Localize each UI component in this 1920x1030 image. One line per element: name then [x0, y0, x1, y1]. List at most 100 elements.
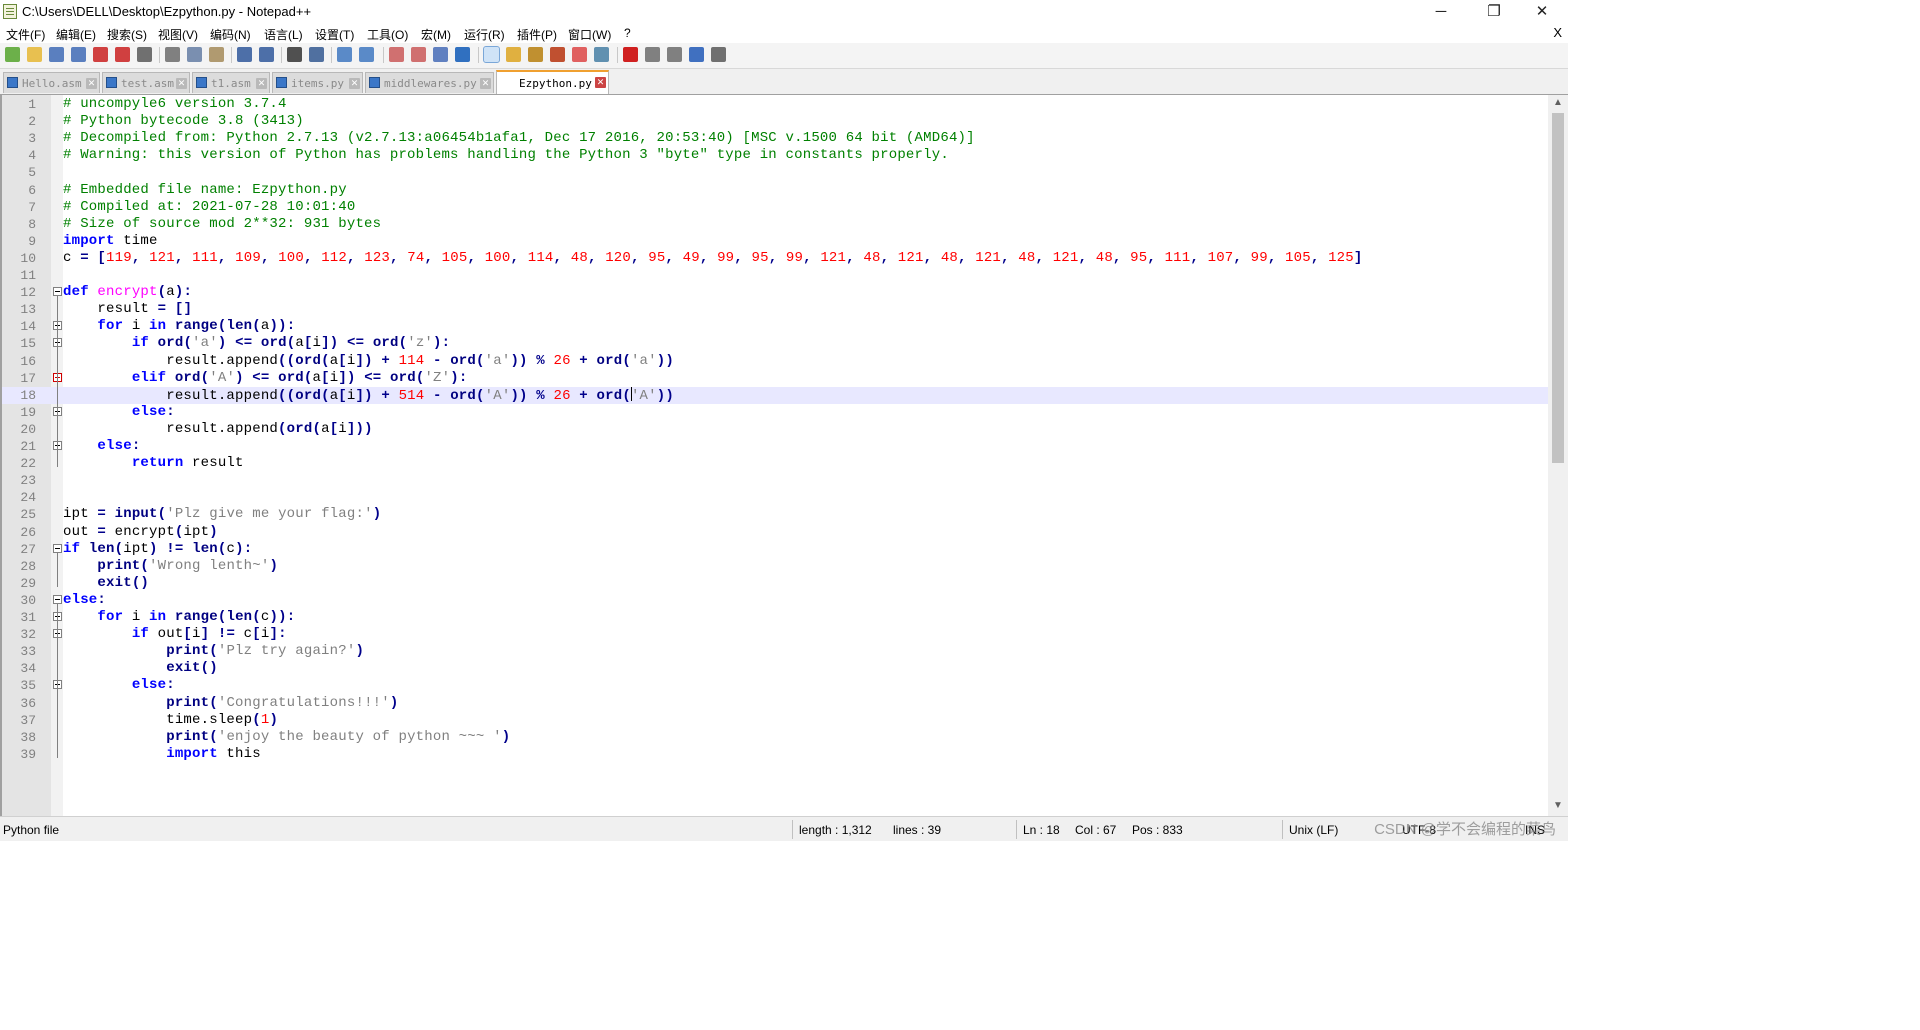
code-line[interactable]: 28 print('Wrong lenth~') — [2, 558, 1548, 575]
tab-middlewares-py[interactable]: middlewares.py ✕ — [365, 72, 494, 93]
open-file-icon[interactable] — [27, 47, 42, 62]
save-icon[interactable] — [49, 47, 64, 62]
code-line[interactable]: 29 exit() — [2, 575, 1548, 592]
tab-hello-asm[interactable]: Hello.asm ✕ — [3, 72, 100, 93]
code-line[interactable]: 16 result.append((ord(a[i]) + 114 - ord(… — [2, 353, 1548, 370]
function-list-icon[interactable] — [550, 47, 565, 62]
line-code[interactable]: exit() — [63, 575, 149, 592]
line-code[interactable]: result.append(ord(a[i])) — [63, 421, 373, 438]
line-code[interactable]: if out[i] != c[i]: — [63, 626, 287, 643]
line-code[interactable]: # Decompiled from: Python 2.7.13 (v2.7.1… — [63, 130, 975, 147]
code-line[interactable]: 34 exit() — [2, 660, 1548, 677]
code-line[interactable]: 13 result = [] — [2, 301, 1548, 318]
line-code[interactable]: print('enjoy the beauty of python ~~~ ') — [63, 729, 510, 746]
tab-ezpython-py[interactable]: Ezpython.py ✕ — [496, 70, 609, 94]
code-line[interactable]: 27 if len(ipt) != len(c): — [2, 541, 1548, 558]
line-code[interactable]: import this — [63, 746, 261, 763]
line-code[interactable]: for i in range(len(c)): — [63, 609, 295, 626]
code-line[interactable]: 11 — [2, 267, 1548, 284]
line-code[interactable]: # Size of source mod 2**32: 931 bytes — [63, 216, 381, 233]
code-line[interactable]: 19 else: — [2, 404, 1548, 421]
menu-run[interactable]: 运行(R) — [464, 26, 505, 43]
line-code[interactable]: # Python bytecode 3.8 (3413) — [63, 113, 304, 130]
tab-test-asm[interactable]: test.asm ✕ — [102, 72, 190, 93]
zoom-out-icon[interactable] — [359, 47, 374, 62]
code-line[interactable]: 8 # Size of source mod 2**32: 931 bytes — [2, 216, 1548, 233]
line-code[interactable]: import time — [63, 233, 158, 250]
scroll-up-icon[interactable]: ▲ — [1548, 95, 1568, 111]
line-code[interactable]: c = [119, 121, 111, 109, 100, 112, 123, … — [63, 250, 1363, 267]
paste-icon[interactable] — [209, 47, 224, 62]
redo-icon[interactable] — [259, 47, 274, 62]
find-icon[interactable] — [287, 47, 302, 62]
line-code[interactable]: # Compiled at: 2021-07-28 10:01:40 — [63, 199, 355, 216]
line-code[interactable]: else: — [63, 404, 175, 421]
user-language-icon[interactable] — [506, 47, 521, 62]
line-code[interactable]: print('Congratulations!!!') — [63, 695, 398, 712]
code-line[interactable]: 38 print('enjoy the beauty of python ~~~… — [2, 729, 1548, 746]
word-wrap-icon[interactable] — [433, 47, 448, 62]
cut-icon[interactable] — [165, 47, 180, 62]
code-line[interactable]: 33 print('Plz try again?') — [2, 643, 1548, 660]
monitoring-icon[interactable] — [594, 47, 609, 62]
code-line[interactable]: 26 out = encrypt(ipt) — [2, 524, 1548, 541]
line-code[interactable]: if ord('a') <= ord(a[i]) <= ord('z'): — [63, 335, 450, 352]
run-macro-multiple-icon[interactable] — [689, 47, 704, 62]
restore-button[interactable]: ❐ — [1471, 2, 1517, 22]
indent-guide-icon[interactable] — [483, 46, 500, 63]
new-file-icon[interactable] — [5, 47, 20, 62]
menu-tools[interactable]: 工具(O) — [367, 26, 408, 43]
replace-icon[interactable] — [309, 47, 324, 62]
menu-language[interactable]: 语言(L) — [264, 26, 303, 43]
close-icon[interactable] — [93, 47, 108, 62]
menu-search[interactable]: 搜索(S) — [107, 26, 147, 43]
line-code[interactable]: print('Plz try again?') — [63, 643, 364, 660]
code-line[interactable]: 21 else: — [2, 438, 1548, 455]
line-code[interactable]: result.append((ord(a[i]) + 114 - ord('a'… — [63, 353, 674, 370]
fold-toggle-icon[interactable] — [53, 543, 62, 553]
tab-close-icon[interactable]: ✕ — [595, 77, 606, 88]
line-code[interactable]: if len(ipt) != len(c): — [63, 541, 252, 558]
print-icon[interactable] — [137, 47, 152, 62]
folder-workspace-icon[interactable] — [572, 47, 587, 62]
tab-close-icon[interactable]: ✕ — [480, 78, 491, 89]
stop-record-icon[interactable] — [645, 47, 660, 62]
line-code[interactable]: else: — [63, 592, 106, 609]
record-macro-icon[interactable] — [623, 47, 638, 62]
save-all-icon[interactable] — [71, 47, 86, 62]
line-code[interactable]: time.sleep(1) — [63, 712, 278, 729]
code-line[interactable]: 20 result.append(ord(a[i])) — [2, 421, 1548, 438]
scroll-down-icon[interactable]: ▼ — [1548, 798, 1568, 814]
code-line[interactable]: 23 — [2, 472, 1548, 489]
code-line[interactable]: 6 # Embedded file name: Ezpython.py — [2, 182, 1548, 199]
menu-plugins[interactable]: 插件(P) — [517, 26, 557, 43]
close-document-button[interactable]: X — [1553, 25, 1562, 40]
menu-edit[interactable]: 编辑(E) — [56, 26, 96, 43]
code-line[interactable]: 17 elif ord('A') <= ord(a[i]) <= ord('Z'… — [2, 370, 1548, 387]
line-code[interactable]: # Warning: this version of Python has pr… — [63, 147, 949, 164]
tab-close-icon[interactable]: ✕ — [256, 78, 267, 89]
code-line[interactable]: 35 else: — [2, 677, 1548, 694]
fold-toggle-icon[interactable] — [53, 594, 62, 604]
code-line[interactable]: 4 # Warning: this version of Python has p… — [2, 147, 1548, 164]
code-line[interactable]: 5 — [2, 164, 1548, 181]
tab-close-icon[interactable]: ✕ — [176, 78, 187, 89]
menu-macro[interactable]: 宏(M) — [421, 26, 451, 43]
tab-t1-asm[interactable]: t1.asm ✕ — [192, 72, 270, 93]
code-line[interactable]: 18 result.append((ord(a[i]) + 514 - ord(… — [2, 386, 1548, 404]
copy-icon[interactable] — [187, 47, 202, 62]
code-line[interactable]: 24 — [2, 489, 1548, 506]
line-code[interactable]: def encrypt(a): — [63, 284, 192, 301]
code-line[interactable]: 22 return result — [2, 455, 1548, 472]
code-line[interactable]: 3 # Decompiled from: Python 2.7.13 (v2.7.… — [2, 130, 1548, 147]
line-code[interactable]: print('Wrong lenth~') — [63, 558, 278, 575]
line-code[interactable]: out = encrypt(ipt) — [63, 524, 218, 541]
line-code[interactable]: result = [] — [63, 301, 192, 318]
menu-encoding[interactable]: 编码(N) — [210, 26, 251, 43]
code-line[interactable]: 10 c = [119, 121, 111, 109, 100, 112, 123… — [2, 250, 1548, 267]
code-line[interactable]: 15 if ord('a') <= ord(a[i]) <= ord('z'): — [2, 335, 1548, 352]
show-all-chars-icon[interactable] — [455, 47, 470, 62]
code-line[interactable]: 36 print('Congratulations!!!') — [2, 695, 1548, 712]
play-macro-icon[interactable] — [667, 47, 682, 62]
menu-file[interactable]: 文件(F) — [6, 26, 45, 43]
